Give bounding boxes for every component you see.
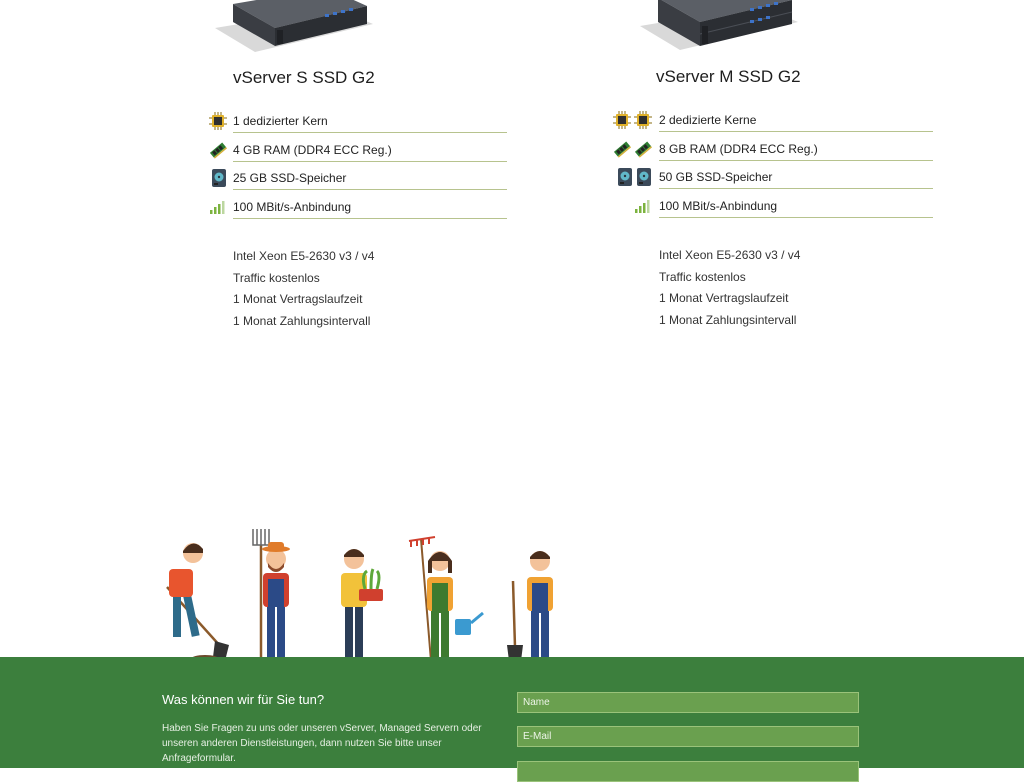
spec-row-network: 100 MBit/s-Anbindung bbox=[205, 194, 515, 223]
feature-item: Traffic kostenlos bbox=[659, 269, 746, 284]
contact-description: Haben Sie Fragen zu uns oder unseren vSe… bbox=[162, 723, 482, 764]
gardener-with-spade bbox=[507, 551, 553, 661]
spec-row-ram: 4 GB RAM (DDR4 ECC Reg.) bbox=[205, 137, 515, 166]
spec-row-ram: 8 GB RAM (DDR4 ECC Reg.) bbox=[608, 136, 933, 165]
spec-text: 25 GB SSD-Speicher bbox=[233, 165, 507, 191]
gardener-with-plant bbox=[341, 549, 383, 661]
plan-spec-list: 1 dedizierter Kern 4 GB RAM (DDR4 ECC Re… bbox=[205, 108, 515, 223]
ssd-drive-icon bbox=[212, 169, 226, 188]
name-field[interactable] bbox=[517, 692, 859, 713]
subject-field[interactable] bbox=[517, 761, 859, 782]
farmer-with-pitchfork bbox=[252, 529, 290, 661]
feature-item: Intel Xeon E5-2630 v3 / v4 bbox=[659, 248, 801, 262]
spec-text: 4 GB RAM (DDR4 ECC Reg.) bbox=[233, 137, 507, 162]
spec-text: 1 dedizierter Kern bbox=[233, 108, 507, 133]
plan-title: vServer M SSD G2 bbox=[656, 67, 801, 86]
server-rack-image bbox=[215, 0, 373, 52]
feature-item: 1 Monat Zahlungsintervall bbox=[659, 312, 797, 327]
gardener-with-shovel bbox=[166, 543, 229, 663]
feature-item: 1 Monat Vertragslaufzeit bbox=[659, 291, 789, 305]
feature-item: Intel Xeon E5-2630 v3 / v4 bbox=[233, 249, 375, 263]
plan-feature-list: Intel Xeon E5-2630 v3 / v4 Traffic koste… bbox=[233, 246, 374, 332]
ram-module-icon bbox=[634, 141, 652, 158]
signal-bars-icon bbox=[210, 201, 225, 215]
spec-row-network: 100 MBit/s-Anbindung bbox=[608, 193, 933, 222]
ssd-drive-icon bbox=[618, 168, 632, 187]
cpu-chip-icon bbox=[209, 112, 227, 130]
contact-heading: Was können wir für Sie tun? bbox=[162, 692, 325, 707]
contact-footer bbox=[0, 657, 1024, 768]
ram-module-icon bbox=[209, 142, 227, 159]
ssd-drive-icon bbox=[637, 168, 651, 187]
plan-title: vServer S SSD G2 bbox=[233, 68, 375, 87]
email-field[interactable] bbox=[517, 726, 859, 747]
cpu-chip-icon bbox=[613, 111, 631, 129]
spec-row-storage: 25 GB SSD-Speicher bbox=[205, 165, 515, 194]
spec-text: 100 MBit/s-Anbindung bbox=[659, 193, 933, 219]
spec-text: 50 GB SSD-Speicher bbox=[659, 164, 933, 190]
spec-row-storage: 50 GB SSD-Speicher bbox=[608, 164, 933, 193]
spec-row-cpu: 1 dedizierter Kern bbox=[205, 108, 515, 137]
feature-item: Traffic kostenlos bbox=[233, 270, 320, 285]
gardeners-illustration bbox=[166, 529, 553, 663]
plan-feature-list: Intel Xeon E5-2630 v3 / v4 Traffic koste… bbox=[659, 245, 800, 331]
cpu-chip-icon bbox=[634, 111, 652, 129]
spec-text: 2 dedizierte Kerne bbox=[659, 107, 933, 132]
feature-item: 1 Monat Vertragslaufzeit bbox=[233, 292, 363, 306]
feature-item: 1 Monat Zahlungsintervall bbox=[233, 313, 371, 328]
server-rack-image bbox=[640, 0, 798, 50]
gardener-with-rake bbox=[408, 536, 484, 662]
spec-text: 8 GB RAM (DDR4 ECC Reg.) bbox=[659, 136, 933, 161]
spec-row-cpu: 2 dedizierte Kerne bbox=[608, 107, 933, 136]
ram-module-icon bbox=[613, 141, 631, 158]
spec-text: 100 MBit/s-Anbindung bbox=[233, 194, 507, 220]
plan-spec-list: 2 dedizierte Kerne 8 GB RAM (DDR4 ECC Re… bbox=[608, 107, 933, 222]
signal-bars-icon bbox=[635, 200, 650, 214]
